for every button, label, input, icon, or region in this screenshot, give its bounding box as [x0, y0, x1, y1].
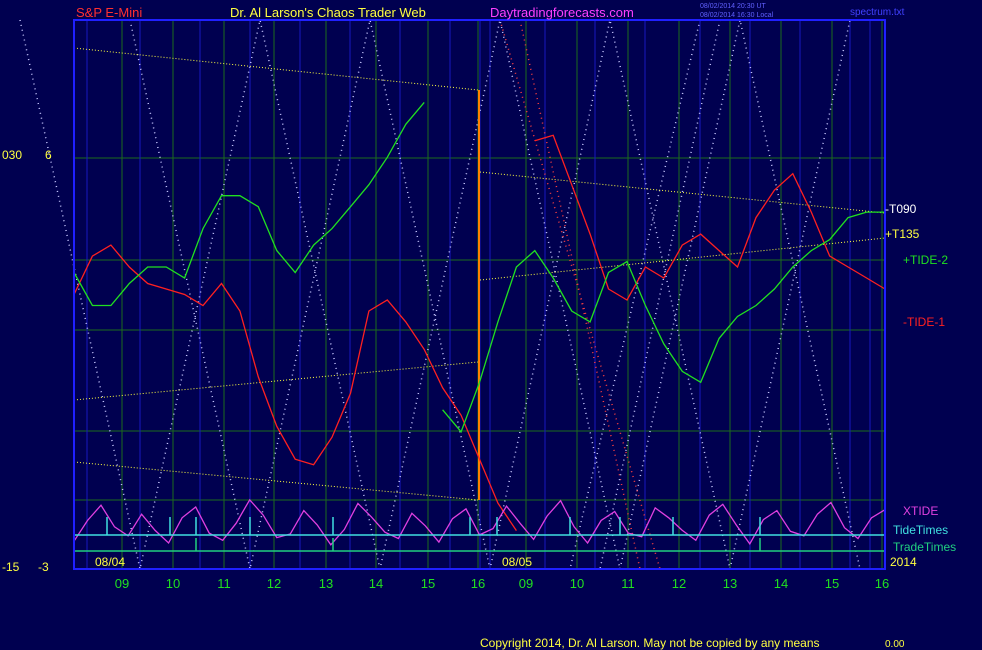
site-url[interactable]: Daytradingforecasts.com: [490, 5, 634, 20]
x-tick-label: 11: [621, 576, 635, 591]
x-tick-label: 16: [875, 576, 889, 591]
x-tick-label: 15: [825, 576, 839, 591]
right-label: TradeTimes: [893, 540, 956, 554]
right-label: -T090: [885, 202, 917, 216]
x-tick-label: 13: [319, 576, 333, 591]
x-tick-label: 12: [267, 576, 281, 591]
copyright: Copyright 2014, Dr. Al Larson. May not b…: [480, 636, 820, 650]
x-tick-label: 12: [672, 576, 686, 591]
x-tick-label: 13: [723, 576, 737, 591]
right-label: +T135: [885, 227, 920, 241]
x-tick-label: 11: [217, 576, 231, 591]
date-label-day1: 08/04: [95, 555, 125, 569]
date-label-day2: 08/05: [502, 555, 532, 569]
chart: S&P E-Mini Dr. Al Larson's Chaos Trader …: [0, 0, 982, 650]
x-tick-label: 10: [570, 576, 584, 591]
right-label: TideTimes: [893, 523, 948, 537]
right-label: XTIDE: [903, 504, 938, 518]
x-tick-label: 09: [519, 576, 533, 591]
left-scale-top-2: 6: [45, 148, 52, 162]
year-label: 2014: [890, 555, 917, 569]
file-name: spectrum.txt: [850, 7, 905, 18]
timestamp-local: 08/02/2014 16:30 Local: [700, 12, 774, 19]
timestamp-ut: 08/02/2014 20:30 UT: [700, 3, 766, 10]
left-scale-bottom-1: -15: [2, 560, 20, 574]
right-label: +TIDE-2: [903, 253, 948, 267]
symbol-title: S&P E-Mini: [76, 5, 142, 20]
x-tick-label: 09: [115, 576, 129, 591]
x-tick-label: 10: [166, 576, 180, 591]
left-scale-top-1: 030: [2, 148, 22, 162]
x-tick-label: 15: [421, 576, 435, 591]
site-title: Dr. Al Larson's Chaos Trader Web: [230, 5, 426, 20]
right-label: -TIDE-1: [903, 315, 945, 329]
chart-background: [0, 0, 982, 650]
left-scale-bottom-2: -3: [38, 560, 49, 574]
x-tick-label: 14: [774, 576, 788, 591]
corner-value: 0.00: [885, 639, 905, 650]
x-tick-label: 14: [369, 576, 383, 591]
x-tick-label: 16: [471, 576, 485, 591]
